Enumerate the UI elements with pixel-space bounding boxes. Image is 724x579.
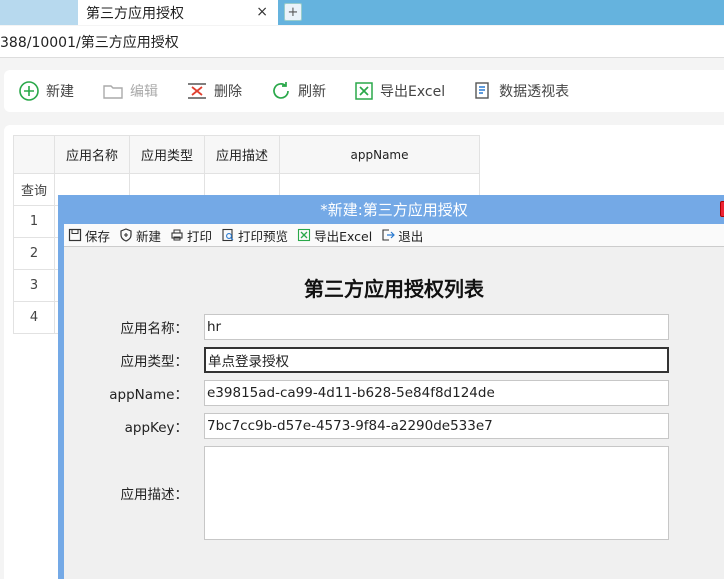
printer-icon — [171, 229, 183, 241]
column-header-app-desc[interactable]: 应用描述 — [204, 135, 280, 174]
app-desc-label: 应用描述： — [120, 487, 189, 503]
query-label[interactable]: 查询 — [13, 173, 55, 206]
excel-icon — [298, 228, 311, 242]
row-number: 3 — [13, 269, 55, 302]
tab-close-icon[interactable]: × — [256, 4, 268, 20]
app-type-row: 应用类型： 单点登录授权 — [64, 347, 724, 373]
appname-row: appName： e39815ad-ca99-4d11-b628-5e84f8d… — [64, 380, 724, 406]
pivot-table-button[interactable]: 数据透视表 — [473, 81, 569, 101]
main-toolbar: 新建 编辑 删除 刷新 导出Excel 数据透视表 — [4, 70, 724, 112]
delete-x-icon — [188, 83, 206, 99]
appname-input[interactable]: e39815ad-ca99-4d11-b628-5e84f8d124de — [204, 380, 669, 406]
appkey-input[interactable]: 7bc7cc9b-d57e-4573-9f84-a2290de533e7 — [204, 413, 669, 439]
appkey-label: appKey： — [124, 420, 188, 436]
shield-plus-icon — [120, 228, 132, 242]
exit-button[interactable]: 退出 — [381, 226, 423, 245]
row-number: 4 — [13, 301, 55, 334]
dialog-export-excel-button[interactable]: 导出Excel — [297, 226, 372, 245]
export-excel-button[interactable]: 导出Excel — [354, 81, 445, 101]
app-name-row: 应用名称： hr — [64, 314, 724, 340]
row-number: 1 — [13, 205, 55, 238]
app-desc-textarea[interactable] — [204, 446, 669, 540]
app-type-label: 应用类型： — [120, 354, 189, 370]
exit-icon — [382, 229, 396, 241]
pivot-table-icon — [475, 82, 489, 99]
tab-third-party-auth[interactable]: 第三方应用授权 × — [78, 0, 278, 25]
refresh-icon — [273, 82, 289, 99]
column-header-app-name[interactable]: 应用名称 — [54, 135, 130, 174]
dialog-new-button[interactable]: 新建 — [119, 226, 161, 245]
tab-previous[interactable] — [0, 0, 78, 25]
grid-header-row: 应用名称 应用类型 应用描述 appName — [13, 135, 480, 174]
save-icon — [68, 228, 82, 242]
app-name-input[interactable]: hr — [204, 314, 669, 340]
edit-button[interactable]: 编辑 — [102, 81, 158, 101]
new-record-dialog: *新建:第三方应用授权 保存 新建 打印 打印预览 导出Excel 退出 第三方… — [58, 195, 724, 579]
delete-button[interactable]: 删除 — [186, 81, 242, 101]
dialog-toolbar: 保存 新建 打印 打印预览 导出Excel 退出 — [64, 224, 724, 247]
grid-corner-cell — [13, 135, 55, 174]
app-desc-row: 应用描述： — [64, 446, 724, 540]
form-title: 第三方应用授权列表 — [304, 277, 484, 301]
appkey-row: appKey： 7bc7cc9b-d57e-4573-9f84-a2290de5… — [64, 413, 724, 439]
tab-bar: 第三方应用授权 × + — [0, 0, 724, 25]
app-name-label: 应用名称： — [120, 321, 189, 337]
refresh-button[interactable]: 刷新 — [270, 80, 326, 102]
folder-icon — [103, 85, 123, 99]
appname-label: appName： — [109, 387, 188, 403]
dialog-title: *新建:第三方应用授权 — [320, 201, 468, 219]
tab-label: 第三方应用授权 — [86, 5, 184, 22]
print-preview-icon — [222, 228, 234, 242]
add-tab-icon[interactable]: + — [284, 3, 302, 21]
column-header-app-type[interactable]: 应用类型 — [129, 135, 205, 174]
breadcrumb: 388/10001/第三方应用授权 — [0, 26, 724, 58]
breadcrumb-path: 388/10001/第三方应用授权 — [0, 34, 179, 51]
save-button[interactable]: 保存 — [68, 226, 110, 245]
plus-circle-icon — [19, 81, 39, 101]
print-button[interactable]: 打印 — [170, 226, 212, 245]
close-icon[interactable] — [720, 201, 724, 217]
column-header-appname[interactable]: appName — [279, 135, 480, 174]
row-number: 2 — [13, 237, 55, 270]
dialog-title-bar[interactable]: *新建:第三方应用授权 — [58, 195, 724, 224]
print-preview-button[interactable]: 打印预览 — [221, 226, 288, 245]
app-type-select[interactable]: 单点登录授权 — [204, 347, 669, 373]
new-button[interactable]: 新建 — [18, 80, 74, 102]
excel-icon — [355, 82, 373, 100]
